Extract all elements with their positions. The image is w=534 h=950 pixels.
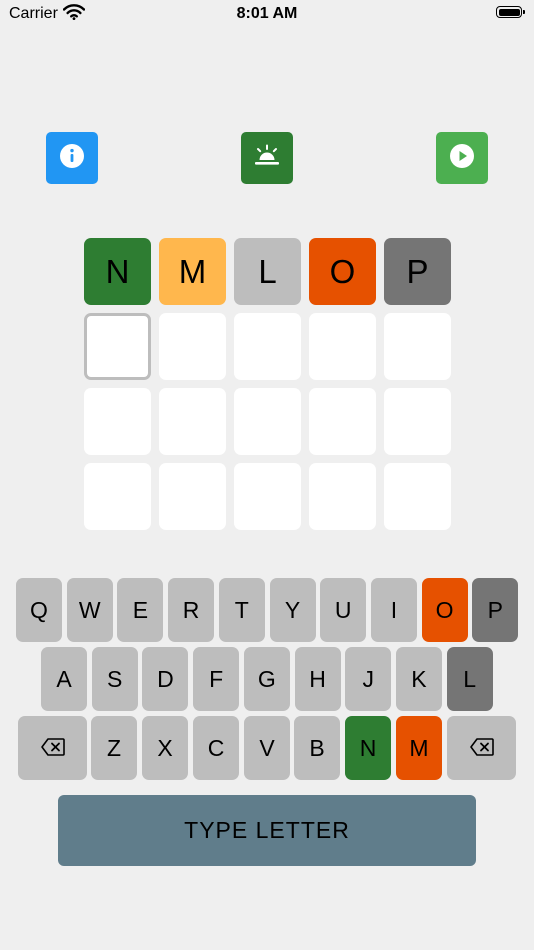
play-button[interactable]	[436, 132, 488, 184]
board-tile	[309, 463, 376, 530]
key-i[interactable]: I	[370, 578, 417, 642]
key-x[interactable]: X	[142, 716, 188, 780]
board-tile-active	[84, 313, 151, 380]
clock: 8:01 AM	[236, 5, 298, 22]
key-g[interactable]: G	[243, 647, 290, 711]
key-s[interactable]: S	[91, 647, 138, 711]
backspace-key[interactable]	[18, 716, 87, 780]
board-tile	[159, 388, 226, 455]
board-tile: M	[159, 238, 226, 305]
play-icon	[449, 143, 475, 174]
key-j[interactable]: J	[345, 647, 392, 711]
board-tile	[159, 463, 226, 530]
key-n[interactable]: N	[345, 716, 391, 780]
board-tile: L	[234, 238, 301, 305]
hint-button[interactable]	[241, 132, 293, 184]
board-tile	[309, 388, 376, 455]
status-bar: Carrier 8:01 AM	[0, 0, 534, 28]
key-w[interactable]: W	[66, 578, 113, 642]
board-tile	[384, 463, 451, 530]
key-f[interactable]: F	[193, 647, 240, 711]
key-o[interactable]: O	[421, 578, 468, 642]
type-letter-button[interactable]: TYPE LETTER	[58, 795, 476, 866]
board-tile	[159, 313, 226, 380]
board-tile	[234, 463, 301, 530]
key-v[interactable]: V	[244, 716, 290, 780]
board-tile	[84, 388, 151, 455]
board-tile: P	[384, 238, 451, 305]
board-tile: N	[84, 238, 151, 305]
key-u[interactable]: U	[320, 578, 367, 642]
info-button[interactable]	[46, 132, 98, 184]
backspace-key[interactable]	[447, 716, 516, 780]
key-z[interactable]: Z	[91, 716, 137, 780]
backspace-icon	[40, 735, 65, 762]
key-l[interactable]: L	[446, 647, 493, 711]
key-a[interactable]: A	[41, 647, 87, 711]
key-t[interactable]: T	[218, 578, 265, 642]
board-tile	[234, 313, 301, 380]
board-tile	[234, 388, 301, 455]
key-q[interactable]: Q	[16, 578, 62, 642]
board-tile	[309, 313, 376, 380]
board-tile: O	[309, 238, 376, 305]
key-b[interactable]: B	[294, 716, 340, 780]
battery-icon	[496, 6, 525, 18]
key-d[interactable]: D	[142, 647, 189, 711]
key-r[interactable]: R	[168, 578, 215, 642]
board-tile	[384, 313, 451, 380]
info-icon	[59, 143, 85, 174]
key-h[interactable]: H	[294, 647, 341, 711]
backspace-icon	[469, 735, 494, 762]
sunrise-bell-icon	[253, 144, 281, 173]
board-tile	[384, 388, 451, 455]
key-k[interactable]: K	[395, 647, 442, 711]
key-e[interactable]: E	[117, 578, 164, 642]
board-tile	[84, 463, 151, 530]
key-y[interactable]: Y	[269, 578, 316, 642]
key-m[interactable]: M	[396, 716, 442, 780]
key-p[interactable]: P	[472, 578, 519, 642]
key-c[interactable]: C	[193, 716, 239, 780]
